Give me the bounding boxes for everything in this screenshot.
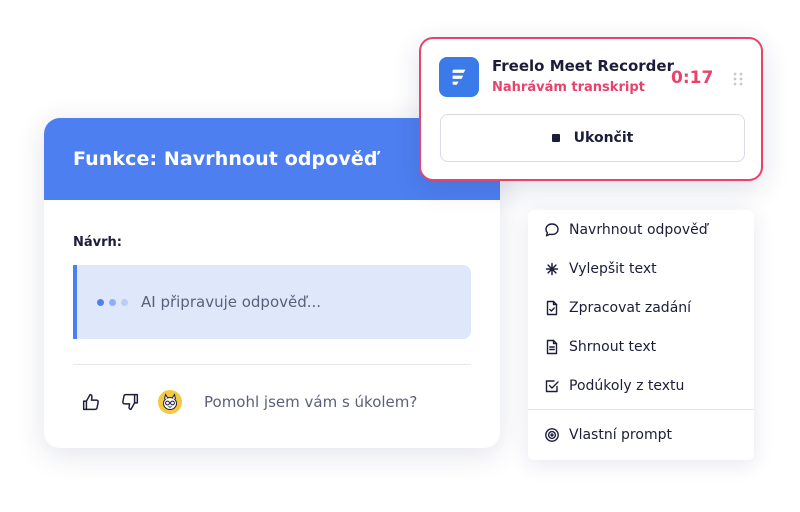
document-check-icon: [544, 300, 560, 316]
menu-item-label: Vlastní prompt: [569, 426, 672, 443]
feedback-row: Pomohl jsem vám s úkolem?: [80, 390, 417, 414]
card-title: Funkce: Navrhnout odpověď: [73, 148, 378, 170]
recording-status: Nahrávám transkript: [492, 80, 645, 95]
menu-item-improve-text[interactable]: Vylepšit text: [528, 249, 754, 288]
meet-recorder-popup: Freelo Meet Recorder Nahrávám transkript…: [419, 37, 763, 181]
sparkle-icon: [544, 261, 560, 277]
menu-item-subtasks-from-text[interactable]: Podúkoly z textu: [528, 366, 754, 405]
stop-recording-button[interactable]: Ukončit: [440, 114, 745, 162]
loading-dots-icon: [97, 298, 128, 306]
recording-timer: 0:17: [671, 68, 714, 88]
freelo-logo-icon: [439, 57, 479, 97]
thumbs-up-icon[interactable]: [80, 391, 102, 413]
menu-item-suggest-reply[interactable]: Navrhnout odpověď: [528, 210, 754, 249]
menu-item-label: Navrhnout odpověď: [569, 221, 708, 238]
ai-actions-menu: Navrhnout odpověď Vylepšit text Zpracova…: [528, 210, 754, 460]
menu-item-label: Podúkoly z textu: [569, 377, 685, 394]
assistant-avatar-icon: [158, 390, 182, 414]
chat-bubble-icon: [544, 222, 560, 238]
card-divider: [73, 364, 471, 365]
thumbs-down-icon[interactable]: [119, 391, 141, 413]
menu-item-summarize-text[interactable]: Shrnout text: [528, 327, 754, 366]
menu-item-label: Shrnout text: [569, 338, 657, 355]
feedback-question: Pomohl jsem vám s úkolem?: [204, 393, 418, 411]
menu-item-label: Vylepšit text: [569, 260, 657, 277]
draft-label: Návrh:: [73, 235, 122, 250]
drag-handle-icon[interactable]: [733, 71, 743, 86]
ai-status-text: AI připravuje odpověď...: [141, 293, 322, 311]
menu-item-custom-prompt[interactable]: Vlastní prompt: [528, 415, 754, 454]
menu-item-process-assignment[interactable]: Zpracovat zadání: [528, 288, 754, 327]
checkbox-icon: [544, 378, 560, 394]
stop-icon: [551, 134, 560, 142]
stop-recording-label: Ukončit: [573, 130, 634, 146]
document-text-icon: [544, 339, 560, 355]
recorder-app-name: Freelo Meet Recorder: [492, 57, 674, 75]
menu-divider: [528, 409, 754, 410]
draft-box: AI připravuje odpověď...: [73, 265, 471, 339]
target-icon: [544, 427, 560, 443]
menu-item-label: Zpracovat zadání: [569, 299, 692, 316]
